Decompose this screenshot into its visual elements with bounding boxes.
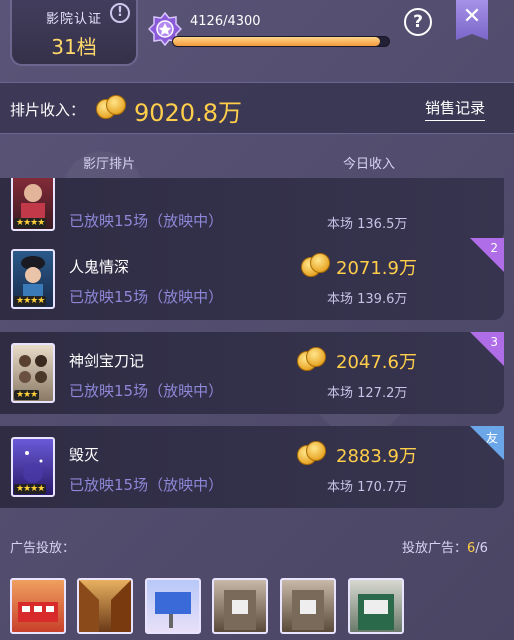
ad-slot-building-2[interactable] bbox=[280, 578, 336, 634]
progress-bar bbox=[172, 36, 390, 47]
column-schedule: 影厅排片 bbox=[83, 157, 136, 172]
coin-icon bbox=[96, 95, 128, 121]
movie-income: 2883.9万 bbox=[336, 446, 417, 467]
movie-row[interactable]: ★★★ 神剑宝刀记 已放映15场（放映中） 2047.6万 本场 127.2万 … bbox=[0, 332, 504, 414]
cinema-level-badge[interactable]: 影院认证 31档 ! bbox=[10, 0, 138, 66]
revenue-bar: 排片收入： 9020.8万 销售记录 bbox=[0, 82, 514, 134]
movie-status: 已放映15场（放映中） bbox=[69, 288, 224, 306]
revenue-label: 排片收入： bbox=[10, 101, 86, 119]
friend-tag: 友 bbox=[470, 426, 504, 460]
ad-slot-bus[interactable] bbox=[10, 578, 66, 634]
movie-status: 已放映15场（放映中） bbox=[69, 212, 224, 230]
progress-fill bbox=[173, 37, 381, 46]
session-income: 本场 139.6万 bbox=[327, 292, 408, 307]
ads-label: 广告投放： bbox=[10, 541, 76, 556]
coin-icon bbox=[301, 253, 333, 279]
close-button[interactable]: ✕ bbox=[456, 0, 488, 40]
session-income: 本场 127.2万 bbox=[327, 386, 408, 401]
ad-slot-building-1[interactable] bbox=[212, 578, 268, 634]
rank-tag: 2 bbox=[470, 238, 504, 272]
session-income: 本场 170.7万 bbox=[327, 480, 408, 495]
info-icon[interactable]: ! bbox=[110, 3, 130, 23]
ads-count: 投放广告：6/6 bbox=[402, 541, 488, 556]
movie-name: 神剑宝刀记 bbox=[69, 352, 145, 370]
movie-name: 人鬼情深 bbox=[69, 258, 130, 276]
star-rating: ★★★★ bbox=[14, 218, 47, 228]
sales-record-link[interactable]: 销售记录 bbox=[425, 97, 486, 121]
rank-tag: 3 bbox=[470, 332, 504, 366]
help-icon[interactable]: ? bbox=[404, 8, 432, 36]
session-income: 本场 136.5万 bbox=[327, 217, 408, 232]
movie-list[interactable]: ★★★★ 已放映15场（放映中） 本场 136.5万 ★★★★ 人鬼情深 已放映… bbox=[0, 178, 514, 508]
column-today-income: 今日收入 bbox=[343, 157, 396, 172]
ad-slot-street[interactable] bbox=[77, 578, 133, 634]
movie-status: 已放映15场（放映中） bbox=[69, 476, 224, 494]
movie-income: 2071.9万 bbox=[336, 258, 417, 279]
badge-level: 31档 bbox=[51, 35, 97, 59]
star-rating: ★★★★ bbox=[14, 296, 47, 306]
progress-text: 4126/4300 bbox=[190, 14, 261, 29]
movie-row[interactable]: ★★★★ 毁灭 已放映15场（放映中） 2883.9万 本场 170.7万 友 bbox=[0, 426, 504, 508]
star-rating: ★★★ bbox=[14, 390, 40, 400]
ad-slot-kiosk[interactable] bbox=[348, 578, 404, 634]
movie-row[interactable]: ★★★★ 人鬼情深 已放映15场（放映中） 2071.9万 本场 139.6万 … bbox=[0, 238, 504, 320]
coin-icon bbox=[297, 441, 329, 467]
coin-icon bbox=[297, 347, 329, 373]
movie-status: 已放映15场（放映中） bbox=[69, 382, 224, 400]
movie-row[interactable]: ★★★★ 已放映15场（放映中） 本场 136.5万 bbox=[0, 178, 504, 242]
movie-name: 毁灭 bbox=[69, 446, 100, 464]
ad-slot-billboard[interactable] bbox=[145, 578, 201, 634]
movie-income: 2047.6万 bbox=[336, 352, 417, 373]
revenue-value: 9020.8万 bbox=[134, 99, 242, 127]
star-rating: ★★★★ bbox=[14, 484, 47, 494]
